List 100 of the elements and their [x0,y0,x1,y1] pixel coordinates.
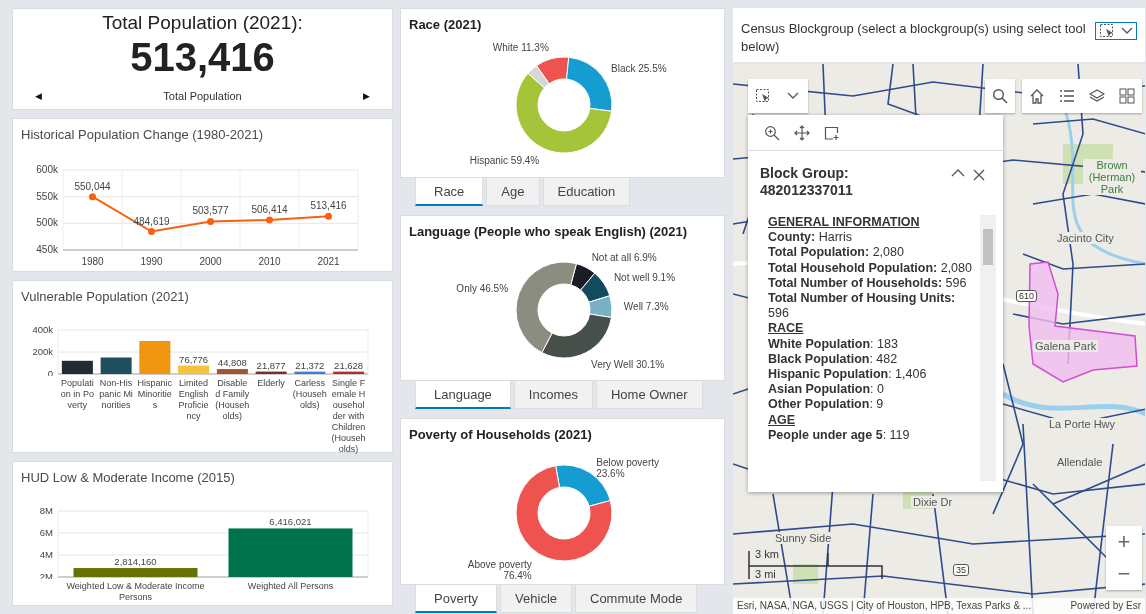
field-text: Total Number of Households: 596 [768,275,968,291]
map-label: Sunny Side [773,532,834,544]
field-text: People under age 5: 119 [768,427,911,444]
field-text: County: Harris [768,230,854,246]
slice-label: Very Well 30.1% [591,358,665,370]
map-label: Dixie Dr [911,496,955,508]
zoom-in-button[interactable]: + [1106,526,1142,558]
map-label: Brown (Herman) Park [1083,159,1141,195]
axis-label: Hispanic Minorities [136,378,174,412]
map-label: Allendale [1055,456,1105,468]
field-text: Black Population: 482 [768,351,899,368]
tab[interactable]: Age [486,178,540,206]
map-label: La Porte Hwy [1047,418,1118,430]
data-point [325,212,332,220]
powered-by-text: Powered by Esr [1070,600,1141,613]
tab[interactable]: Commute Mode [575,585,698,613]
slice-label: Below poverty 23.6% [596,457,660,480]
highway-shield: 610 [1016,290,1038,302]
data-point [207,217,214,225]
next-button[interactable]: ▶ [363,91,370,101]
value-label: 506,414 [251,203,288,215]
map-label: Jacinto City [1055,232,1116,244]
value-label: 6,416,021 [269,516,312,528]
value-label: 550,044 [74,180,111,192]
popup-title: Block Group: 482012337011 [760,165,854,199]
tick-label: 6M [39,527,53,538]
chevron-up-icon [951,169,965,177]
list-icon [1059,88,1075,104]
tick-label: 400k [32,324,53,335]
tab[interactable]: Education [542,178,631,206]
slice-label: Not well 9.1% [613,271,676,283]
stat-label: Total Population [163,90,242,102]
close-icon [973,169,985,181]
highway-shield: 35 [953,564,969,576]
scrollbar[interactable] [980,215,996,481]
field-text: Asian Population: 0 [768,382,885,398]
tab[interactable]: Race [415,178,484,206]
data-point [266,216,273,224]
card-title: HUD Low & Moderate Income (2015) [20,469,236,485]
value-label: 484,619 [133,215,170,227]
value-label: 44,808 [217,357,247,369]
slice-label: Black 25.5% [611,62,667,74]
field-text: Other Population: 9 [768,397,885,413]
section-heading: RACE [768,321,805,337]
chevron-down-icon [787,92,799,100]
field-text: White Population: 183 [768,336,899,352]
tick-label: 8M [39,505,53,516]
axis-label: 1990 [140,256,163,267]
axis-label: 2010 [258,256,281,267]
tab[interactable]: Language [415,381,511,409]
value-label: 503,577 [192,205,229,217]
value-label: 21,628 [334,359,364,371]
tick-label: 4M [39,549,53,560]
tab[interactable]: Poverty [415,585,498,613]
zoom-out-button[interactable]: − [1106,558,1142,590]
tick-label: 200k [32,346,53,357]
axis-label: Limited English Proficiency [177,378,210,423]
tick-label: 450k [36,244,58,255]
map-label: Galena Park [1033,340,1099,352]
slice-label: Above poverty 76.4% [467,558,532,581]
slice-label: Only 46.5% [456,282,509,294]
search-icon [992,88,1008,104]
slice-label: Hispanic 59.4% [469,154,540,166]
stat-title: Total Population (2021): [102,12,303,34]
field-text: Total Household Population: 2,080 [768,260,973,276]
tick-label: 500k [36,217,58,229]
axis-label: Elderly [256,378,286,390]
axis-label: 1980 [81,256,104,267]
zoom-in-icon [764,124,780,141]
home-button[interactable] [1022,79,1052,113]
axis-label: Carless (Households) [291,378,328,412]
tick-label: 600k [36,164,58,175]
attribution-text: Esri, NASA, NGA, USGS | City of Houston, HPB, Texas Parks & ... [737,600,1032,613]
layers-icon [1089,88,1105,104]
card-title: Race (2021) [408,16,483,32]
tab[interactable]: Incomes [513,381,593,409]
field-text: Total Population: 2,080 [768,245,905,261]
home-icon [1029,88,1045,104]
tab[interactable]: Vehicle [500,585,572,613]
tick-label: 550k [36,190,58,202]
value-label: 21,877 [256,359,286,371]
select-icon [755,88,771,104]
select-button[interactable] [748,79,778,113]
slice-label: White 11.3% [492,41,549,53]
search-button[interactable] [985,79,1015,113]
axis-label: Population in Poverty [59,378,95,412]
scale-label: 3 km [755,548,779,560]
population-value: 513,416 [130,34,275,80]
axis-label: Non-Hispanic Minorities [98,378,134,412]
section-heading: GENERAL INFORMATION [768,215,921,231]
tab[interactable]: Home Owner [596,381,703,409]
previous-button[interactable]: ◀ [35,91,42,101]
panel-title: Census Blockgroup (select a blockgroup(s) using select tool below) [741,20,1087,56]
data-point [89,193,96,201]
scale-label: 3 mi [755,568,776,580]
card-title: Vulnerable Population (2021) [20,288,190,304]
axis-label: 2000 [199,256,222,267]
data-point [148,228,155,236]
select-tool-button[interactable] [1095,22,1137,40]
value-label: 21,372 [295,359,325,371]
